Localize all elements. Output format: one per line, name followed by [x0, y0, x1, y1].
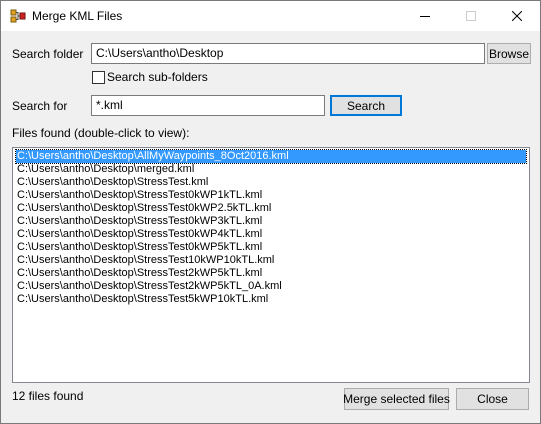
list-item[interactable]: C:\Users\antho\Desktop\StressTest10kWP10… [16, 254, 275, 267]
close-window-button[interactable] [494, 1, 540, 31]
search-for-label: Search for [12, 99, 68, 113]
search-folder-label: Search folder [12, 47, 84, 61]
close-icon [512, 11, 522, 21]
maximize-icon [466, 11, 476, 21]
maximize-button[interactable] [448, 1, 494, 31]
list-item[interactable]: C:\Users\antho\Desktop\merged.kml [16, 163, 195, 176]
browse-button[interactable]: Browse [487, 43, 531, 64]
list-item[interactable]: C:\Users\antho\Desktop\StressTest.kml [16, 176, 209, 189]
search-subfolders-checkbox[interactable] [92, 71, 105, 84]
list-item[interactable]: C:\Users\antho\Desktop\StressTest0kWP3kT… [16, 215, 263, 228]
title-bar: Merge KML Files [1, 1, 540, 31]
files-found-label: Files found (double-click to view): [12, 126, 190, 140]
list-item[interactable]: C:\Users\antho\Desktop\StressTest2kWP5kT… [16, 267, 263, 280]
merge-kml-window: Merge KML Files Search folder C:\Users\a… [0, 0, 541, 424]
search-folder-input[interactable]: C:\Users\antho\Desktop [91, 43, 485, 64]
minimize-button[interactable] [402, 1, 448, 31]
window-title: Merge KML Files [32, 9, 123, 23]
list-item[interactable]: C:\Users\antho\Desktop\StressTest0kWP2.5… [16, 202, 272, 215]
kml-app-icon [10, 9, 26, 23]
search-subfolders-label: Search sub-folders [107, 70, 208, 84]
list-item[interactable]: C:\Users\antho\Desktop\StressTest0kWP1kT… [16, 189, 263, 202]
list-item[interactable]: C:\Users\antho\Desktop\StressTest0kWP5kT… [16, 241, 263, 254]
merge-selected-files-button[interactable]: Merge selected files [343, 388, 450, 410]
list-item[interactable]: C:\Users\antho\Desktop\StressTest0kWP4kT… [16, 228, 263, 241]
list-item[interactable]: C:\Users\antho\Desktop\StressTest5kWP10k… [16, 293, 269, 306]
files-listbox[interactable]: C:\Users\antho\Desktop\AllMyWaypoints_8O… [12, 147, 530, 383]
list-item[interactable]: C:\Users\antho\Desktop\StressTest2kWP5kT… [16, 280, 283, 293]
minimize-icon [420, 16, 430, 17]
files-count-status: 12 files found [12, 389, 84, 403]
search-button[interactable]: Search [330, 95, 402, 116]
list-item[interactable]: C:\Users\antho\Desktop\AllMyWaypoints_8O… [15, 149, 527, 164]
close-button[interactable]: Close [456, 388, 529, 410]
search-pattern-input[interactable]: *.kml [91, 95, 325, 116]
